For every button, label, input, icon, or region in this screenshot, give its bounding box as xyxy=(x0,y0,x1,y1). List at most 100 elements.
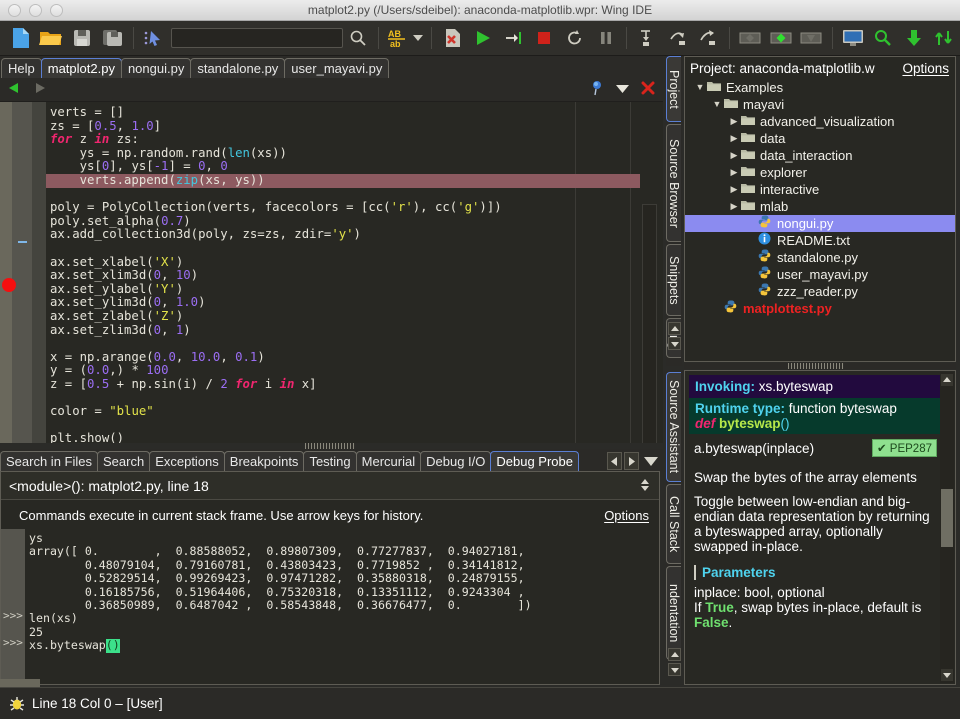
search-icon[interactable] xyxy=(343,22,374,54)
project-tree-row[interactable]: ▶advanced_visualization xyxy=(685,113,955,130)
pause-icon[interactable] xyxy=(590,22,621,54)
project-tree-row[interactable]: ▼Examples xyxy=(685,79,955,96)
step-into-arrow-icon[interactable] xyxy=(632,22,663,54)
tab-user-mayavi[interactable]: user_mayavi.py xyxy=(284,58,389,78)
code-editor[interactable]: verts = []zs = [0.5, 1.0]for z in zs: ys… xyxy=(0,102,663,443)
probe-lines[interactable]: ysarray([ 0. , 0.88588052, 0.89807309, 0… xyxy=(1,529,659,650)
probe-options-link[interactable]: Options xyxy=(604,508,649,523)
twisty-expanded-icon[interactable]: ▼ xyxy=(710,96,724,113)
left-arrow-icon[interactable] xyxy=(607,452,622,470)
code-line[interactable]: x = np.arange(0.0, 10.0, 0.1) xyxy=(46,351,663,365)
twisty-collapsed-icon[interactable]: ▶ xyxy=(727,164,741,181)
save-all-icon[interactable] xyxy=(97,22,128,54)
open-folder-icon[interactable] xyxy=(36,22,67,54)
code-line[interactable]: ys[0], ys[-1] = 0, 0 xyxy=(46,160,663,174)
new-file-icon[interactable] xyxy=(5,22,36,54)
editor-scrollbar[interactable] xyxy=(642,204,657,443)
tab-debug-probe[interactable]: Debug Probe xyxy=(490,451,579,471)
forward-arrow-icon[interactable] xyxy=(34,81,46,99)
twisty-collapsed-icon[interactable]: ▶ xyxy=(727,113,741,130)
swap-icon[interactable] xyxy=(929,22,960,54)
rail-tab-source-assistant[interactable]: Source Assistant xyxy=(666,372,681,482)
project-tree-row[interactable]: zzz_reader.py xyxy=(685,283,955,300)
close-icon[interactable] xyxy=(641,81,655,100)
project-tree[interactable]: ▼Examples▼mayavi▶advanced_visualization▶… xyxy=(685,79,955,361)
rail-tab-indentation[interactable]: ndentation xyxy=(666,566,681,660)
chevron-down-icon[interactable] xyxy=(616,81,629,99)
rail-tab-call-stack[interactable]: Call Stack xyxy=(666,484,681,564)
rail-bottom-scroll-down-icon[interactable] xyxy=(668,663,681,676)
debug-file-icon[interactable] xyxy=(437,22,468,54)
project-tree-row[interactable]: README.txt xyxy=(685,232,955,249)
project-tree-row[interactable]: standalone.py xyxy=(685,249,955,266)
project-tree-row-selected[interactable]: nongui.py xyxy=(685,215,955,232)
rail-scroll-up-icon[interactable] xyxy=(668,322,681,335)
code-line[interactable]: ys = np.random.rand(len(xs)) xyxy=(46,147,663,161)
rail-scroll-down-icon[interactable] xyxy=(668,337,681,350)
breakpoint-set-icon[interactable] xyxy=(765,22,796,54)
step-out-icon[interactable] xyxy=(693,22,724,54)
arrow-down-icon[interactable] xyxy=(899,22,930,54)
code-line[interactable] xyxy=(46,242,663,256)
select-pointer-icon[interactable] xyxy=(139,22,170,54)
tab-testing[interactable]: Testing xyxy=(303,451,356,471)
twisty-collapsed-icon[interactable]: ▶ xyxy=(727,198,741,215)
project-tree-row[interactable]: ▼mayavi xyxy=(685,96,955,113)
code-line[interactable]: ax.set_xlabel('X') xyxy=(46,256,663,270)
step-over-icon[interactable] xyxy=(663,22,694,54)
chevron-down-icon[interactable] xyxy=(410,22,426,54)
code-line[interactable] xyxy=(46,391,663,405)
run-icon[interactable] xyxy=(468,22,499,54)
editor-fold-gutter[interactable] xyxy=(32,102,46,443)
editor-gutter-outer[interactable] xyxy=(0,102,12,443)
tab-help[interactable]: Help xyxy=(1,58,42,78)
code-line[interactable]: poly.set_alpha(0.7) xyxy=(46,215,663,229)
code-line[interactable] xyxy=(46,419,663,433)
project-tree-row[interactable]: ▶explorer xyxy=(685,164,955,181)
code-line[interactable]: ax.set_xlim3d(0, 10) xyxy=(46,269,663,283)
code-line[interactable]: plt.show() xyxy=(46,432,663,443)
tab-mercurial[interactable]: Mercurial xyxy=(356,451,421,471)
code-line[interactable]: for z in zs: xyxy=(46,133,663,147)
code-line[interactable]: zs = [0.5, 1.0] xyxy=(46,120,663,134)
sa-scroll-up-icon[interactable] xyxy=(941,373,953,385)
save-icon[interactable] xyxy=(67,22,98,54)
code-line[interactable]: verts.append(zip(xs, ys)) xyxy=(46,174,640,188)
stop-icon[interactable] xyxy=(529,22,560,54)
code-line[interactable]: poly = PolyCollection(verts, facecolors … xyxy=(46,201,663,215)
restart-icon[interactable] xyxy=(560,22,591,54)
project-tree-row[interactable]: ▶interactive xyxy=(685,181,955,198)
tab-search[interactable]: Search xyxy=(97,451,150,471)
project-tree-row[interactable]: ▶data_interaction xyxy=(685,147,955,164)
probe-output[interactable]: ysarray([ 0. , 0.88588052, 0.89807309, 0… xyxy=(1,529,659,684)
rail-tab-project[interactable]: Project xyxy=(666,56,681,122)
stack-frame-selector[interactable]: <module>(): matplot2.py, line 18 xyxy=(1,472,659,500)
code-line[interactable]: ax.set_ylabel('Y') xyxy=(46,283,663,297)
back-arrow-icon[interactable] xyxy=(8,81,20,99)
code-line[interactable]: color = "blue" xyxy=(46,405,663,419)
editor-breakpoint-gutter[interactable] xyxy=(12,102,32,443)
breakpoint-marker-icon[interactable] xyxy=(2,278,16,292)
rail-bottom-scroll-up-icon[interactable] xyxy=(668,648,681,661)
right-arrow-icon[interactable] xyxy=(624,452,639,470)
up-down-stepper-icon[interactable] xyxy=(639,478,651,494)
twisty-expanded-icon[interactable]: ▼ xyxy=(693,79,707,96)
magnifier-icon[interactable] xyxy=(868,22,899,54)
panel-splitter[interactable] xyxy=(684,363,956,369)
pin-icon[interactable] xyxy=(590,80,604,101)
tab-debug-io[interactable]: Debug I/O xyxy=(420,451,491,471)
tab-standalone[interactable]: standalone.py xyxy=(190,58,285,78)
rail-tab-snippets[interactable]: Snippets xyxy=(666,244,681,316)
code-line[interactable]: z = [0.5 + np.sin(i) / 2 for i in x] xyxy=(46,378,663,392)
chevron-down-icon[interactable] xyxy=(641,457,661,466)
code-line[interactable]: verts = [] xyxy=(46,106,663,120)
monitor-icon[interactable] xyxy=(837,22,868,54)
code-text[interactable]: verts = []zs = [0.5, 1.0]for z in zs: ys… xyxy=(46,106,663,443)
code-line[interactable]: ax.add_collection3d(poly, zs=zs, zdir='y… xyxy=(46,228,663,242)
project-options-link[interactable]: Options xyxy=(902,61,955,76)
replace-control[interactable]: ABab xyxy=(384,22,426,54)
tab-exceptions[interactable]: Exceptions xyxy=(149,451,225,471)
sa-scroll-thumb[interactable] xyxy=(941,489,953,547)
code-line[interactable]: ax.set_zlabel('Z') xyxy=(46,310,663,324)
tab-matplot2[interactable]: matplot2.py xyxy=(41,58,122,78)
